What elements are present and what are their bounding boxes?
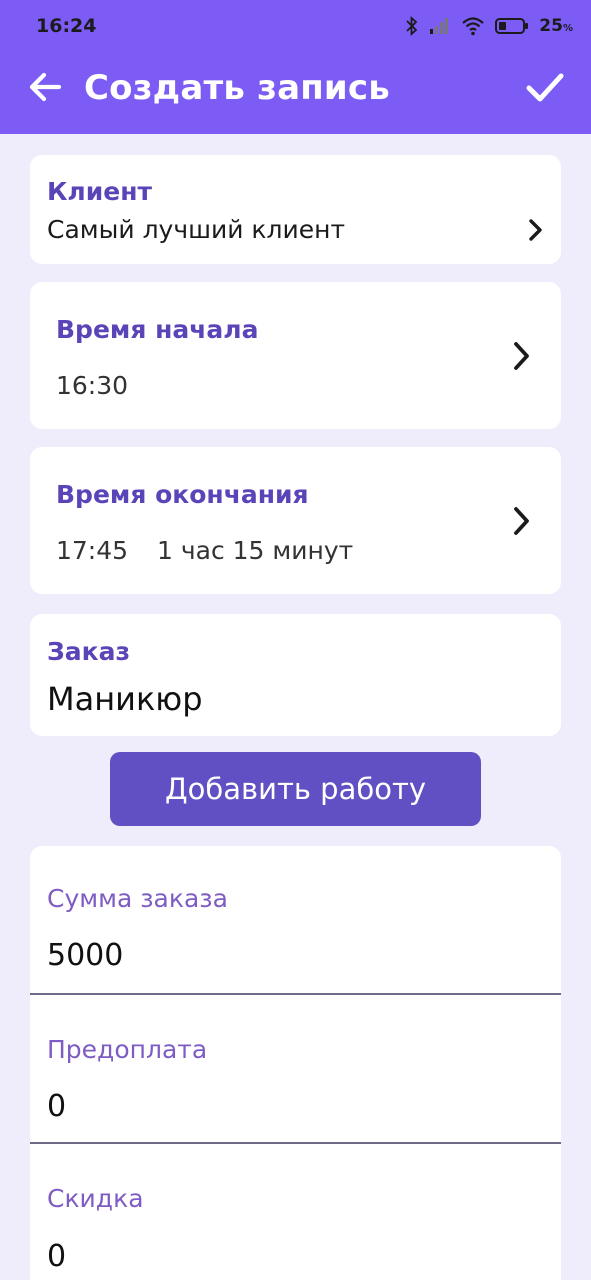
chevron-right-icon	[510, 340, 534, 372]
prepayment-label: Предоплата	[47, 1035, 208, 1064]
order-card: Заказ Маникюр	[30, 614, 561, 736]
status-time: 16:24	[36, 15, 97, 37]
status-icons: 25%	[405, 13, 573, 39]
app-bar: 16:24 25% Создать запись	[0, 0, 591, 134]
sum-underline	[30, 993, 561, 995]
battery-unit: %	[562, 23, 573, 34]
sum-label: Сумма заказа	[47, 884, 228, 913]
battery-level: 25%	[539, 16, 573, 36]
client-value: Самый лучший клиент	[47, 215, 346, 244]
order-label: Заказ	[47, 637, 130, 666]
sum-input[interactable]: 5000	[47, 938, 123, 973]
status-bar: 16:24 25%	[0, 0, 591, 52]
end-time-label: Время окончания	[56, 480, 309, 509]
duration-value: 1 час 15 минут	[157, 536, 354, 565]
wifi-icon	[461, 16, 485, 36]
chevron-right-icon	[510, 505, 534, 537]
order-value: Маникюр	[47, 680, 203, 718]
discount-label: Скидка	[47, 1184, 144, 1213]
start-time-value: 16:30	[56, 371, 129, 400]
save-button[interactable]	[520, 64, 570, 114]
start-time-card[interactable]: Время начала 16:30	[30, 282, 561, 429]
client-card[interactable]: Клиент Самый лучший клиент	[30, 155, 561, 264]
prepayment-input[interactable]: 0	[47, 1089, 66, 1124]
end-time-card[interactable]: Время окончания 17:45 1 час 15 минут	[30, 447, 561, 594]
client-label: Клиент	[47, 177, 152, 206]
battery-icon	[495, 17, 529, 35]
signal-icon	[429, 17, 451, 35]
bluetooth-icon	[405, 16, 419, 36]
end-time-value: 17:45	[56, 536, 129, 565]
add-work-button[interactable]: Добавить работу	[110, 752, 481, 826]
prepayment-underline	[30, 1142, 561, 1144]
discount-input[interactable]: 0	[47, 1239, 66, 1274]
arrow-left-icon	[28, 72, 62, 107]
battery-value: 25	[539, 16, 563, 36]
start-time-label: Время начала	[56, 315, 259, 344]
back-button[interactable]	[22, 66, 68, 112]
check-icon	[525, 71, 565, 108]
payment-form: Сумма заказа 5000 Предоплата 0 Скидка 0	[30, 846, 561, 1280]
page-title: Создать запись	[84, 68, 390, 108]
chevron-right-icon	[524, 214, 548, 246]
